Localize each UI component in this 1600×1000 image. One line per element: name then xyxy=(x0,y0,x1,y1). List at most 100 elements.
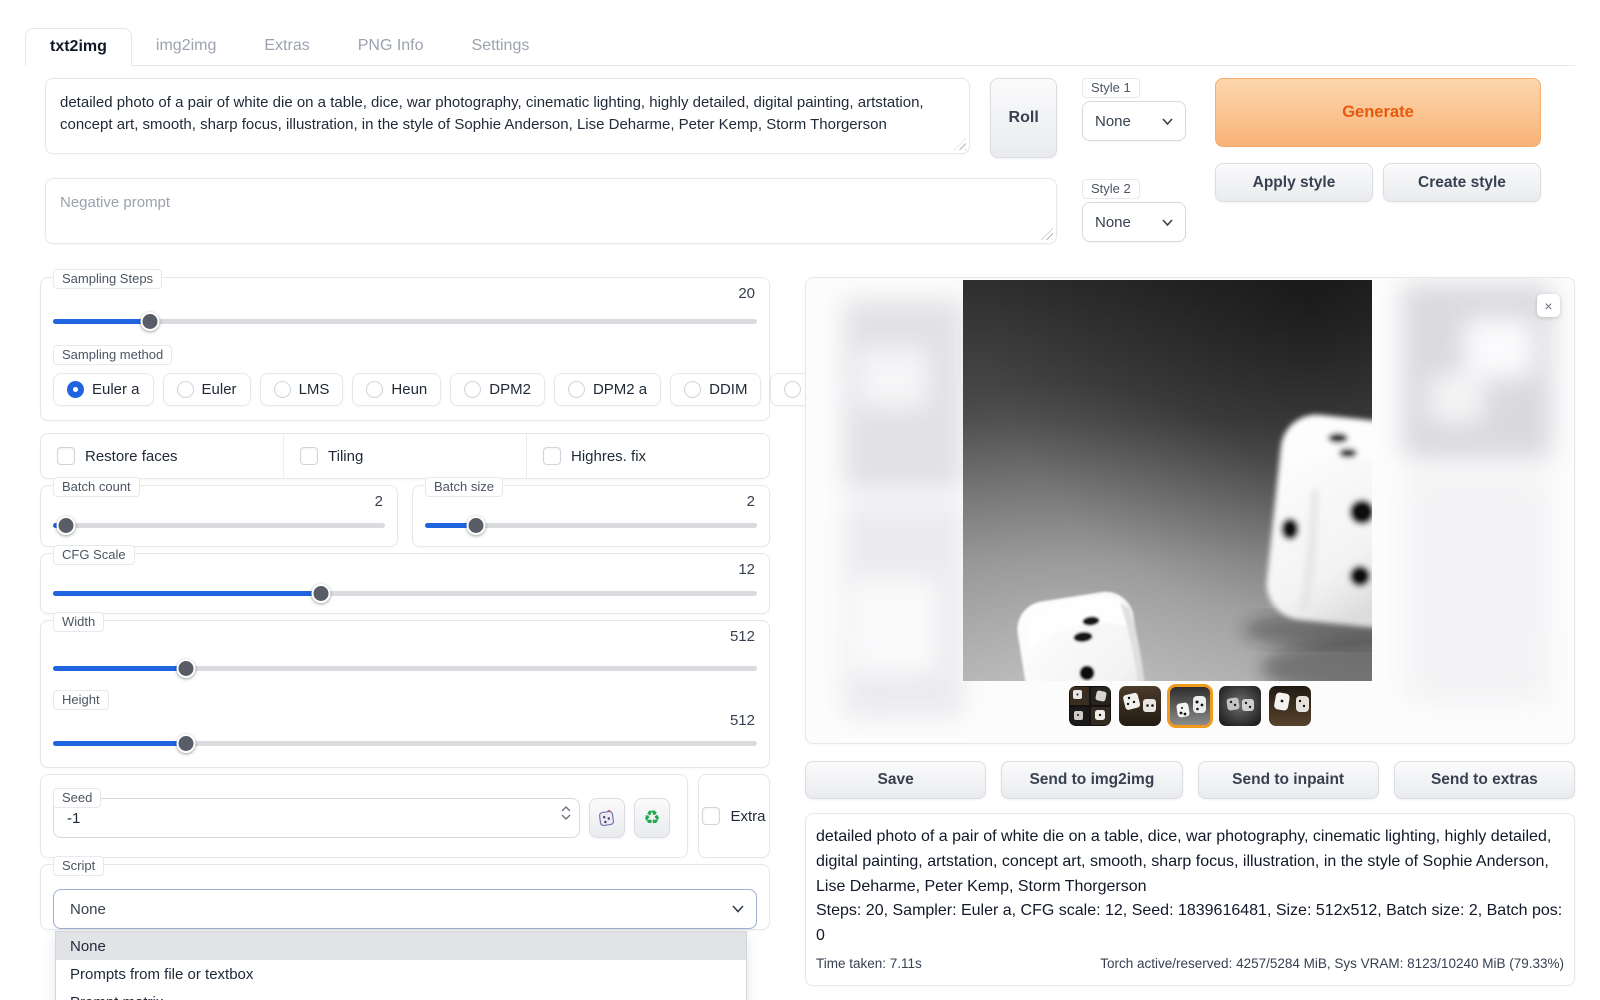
script-select[interactable]: None xyxy=(53,889,757,929)
radio-icon xyxy=(568,381,585,398)
script-option-prompts-from-file[interactable]: Prompts from file or textbox xyxy=(56,960,746,988)
seed-card: Seed -1 xyxy=(40,774,688,858)
generated-image[interactable] xyxy=(963,280,1372,681)
negative-prompt-box xyxy=(45,178,1057,244)
sampler-euler-a[interactable]: Euler a xyxy=(53,373,154,406)
style2-select[interactable]: None xyxy=(1082,202,1186,242)
time-taken-text: Time taken: 7.11s xyxy=(816,954,922,975)
script-option-prompt-matrix[interactable]: Prompt matrix xyxy=(56,988,746,1000)
random-seed-button[interactable] xyxy=(589,798,625,838)
image-gallery: × xyxy=(805,277,1575,744)
extra-checkbox[interactable] xyxy=(702,807,720,825)
height-slider[interactable] xyxy=(53,734,757,753)
script-card: Script None None Prompts from file or te… xyxy=(40,864,770,930)
gallery-thumbnail-5[interactable] xyxy=(1269,686,1311,726)
tab-settings[interactable]: Settings xyxy=(448,28,554,66)
prompt-input[interactable]: detailed photo of a pair of white die on… xyxy=(46,79,969,153)
script-option-none[interactable]: None xyxy=(56,932,746,960)
slider-knob[interactable] xyxy=(141,312,160,331)
slider-knob[interactable] xyxy=(311,584,330,603)
gallery-thumbnail-4[interactable] xyxy=(1219,686,1261,726)
highres-fix-checkbox[interactable] xyxy=(543,447,561,465)
width-value: 512 xyxy=(730,628,755,645)
script-value: None xyxy=(66,901,106,918)
generation-info-card: detailed photo of a pair of white die on… xyxy=(805,813,1575,986)
style2-label: Style 2 xyxy=(1082,179,1140,199)
style1-select[interactable]: None xyxy=(1082,101,1186,141)
txt2img-page: txt2img img2img Extras PNG Info Settings… xyxy=(0,0,1600,986)
tab-png-info[interactable]: PNG Info xyxy=(334,28,448,66)
output-column: × xyxy=(805,277,1575,986)
sampler-dpm2-a[interactable]: DPM2 a xyxy=(554,373,661,406)
restore-faces-checkbox[interactable] xyxy=(57,447,75,465)
dice-icon xyxy=(597,808,617,828)
gallery-thumbnail-2[interactable] xyxy=(1119,686,1161,726)
close-icon: × xyxy=(1544,298,1552,314)
gallery-thumbnail-3-selected[interactable] xyxy=(1169,686,1211,726)
sampler-euler[interactable]: Euler xyxy=(163,373,251,406)
tiling-option[interactable]: Tiling xyxy=(283,434,526,478)
sampler-ddim[interactable]: DDIM xyxy=(670,373,761,406)
sampling-steps-slider[interactable] xyxy=(53,312,757,331)
script-label: Script xyxy=(53,856,104,876)
roll-button[interactable]: Roll xyxy=(990,78,1057,158)
batch-size-label: Batch size xyxy=(425,477,503,497)
sampler-lms[interactable]: LMS xyxy=(260,373,344,406)
slider-knob[interactable] xyxy=(177,659,196,678)
cfg-scale-slider[interactable] xyxy=(53,584,757,603)
batch-size-value: 2 xyxy=(747,493,755,510)
stepper-down-icon[interactable] xyxy=(561,814,571,820)
seed-stepper[interactable] xyxy=(561,806,571,820)
batch-count-card: Batch count 2 xyxy=(40,485,398,547)
radio-selected-icon xyxy=(67,381,84,398)
send-to-extras-button[interactable]: Send to extras xyxy=(1394,761,1575,799)
radio-icon xyxy=(684,381,701,398)
chevron-down-icon xyxy=(1162,118,1173,125)
sampler-heun[interactable]: Heun xyxy=(352,373,441,406)
batch-count-slider[interactable] xyxy=(53,516,385,535)
slider-knob[interactable] xyxy=(177,734,196,753)
tab-extras[interactable]: Extras xyxy=(240,28,333,66)
reuse-seed-button[interactable]: ♻ xyxy=(634,798,670,838)
sampling-steps-value: 20 xyxy=(738,285,755,302)
radio-icon xyxy=(784,381,801,398)
seed-input[interactable]: -1 xyxy=(53,798,580,838)
close-gallery-button[interactable]: × xyxy=(1537,294,1560,317)
sampler-dpm2[interactable]: DPM2 xyxy=(450,373,545,406)
slider-knob[interactable] xyxy=(467,516,486,535)
prompt-box: detailed photo of a pair of white die on… xyxy=(45,78,970,154)
sampling-method-label: Sampling method xyxy=(53,345,172,365)
apply-style-button[interactable]: Apply style xyxy=(1215,163,1373,202)
cfg-scale-card: CFG Scale 12 xyxy=(40,553,770,614)
send-to-inpaint-button[interactable]: Send to inpaint xyxy=(1198,761,1379,799)
output-prompt-text: detailed photo of a pair of white die on… xyxy=(816,825,1564,899)
radio-icon xyxy=(177,381,194,398)
thumbnail-strip xyxy=(806,686,1574,726)
stepper-up-icon[interactable] xyxy=(561,806,571,812)
width-slider[interactable] xyxy=(53,659,757,678)
batch-count-label: Batch count xyxy=(53,477,140,497)
dimensions-card: Width 512 Height 512 xyxy=(40,620,770,768)
send-to-img2img-button[interactable]: Send to img2img xyxy=(1001,761,1182,799)
seed-value: -1 xyxy=(67,810,80,827)
recycle-icon: ♻ xyxy=(643,809,660,828)
restore-faces-option[interactable]: Restore faces xyxy=(41,434,283,478)
style1-label: Style 1 xyxy=(1082,78,1140,98)
extra-seed-card[interactable]: Extra xyxy=(698,774,770,858)
output-params-text: Steps: 20, Sampler: Euler a, CFG scale: … xyxy=(816,899,1564,949)
save-button[interactable]: Save xyxy=(805,761,986,799)
gallery-thumbnail-1[interactable] xyxy=(1069,686,1111,726)
tab-img2img[interactable]: img2img xyxy=(132,28,240,66)
tiling-checkbox[interactable] xyxy=(300,447,318,465)
highres-fix-option[interactable]: Highres. fix xyxy=(526,434,769,478)
sampling-steps-label: Sampling Steps xyxy=(53,269,162,289)
generate-button[interactable]: Generate xyxy=(1215,78,1541,147)
tab-txt2img[interactable]: txt2img xyxy=(25,28,132,66)
batch-size-slider[interactable] xyxy=(425,516,757,535)
chevron-down-icon xyxy=(732,905,744,913)
create-style-button[interactable]: Create style xyxy=(1383,163,1541,202)
slider-knob[interactable] xyxy=(56,516,75,535)
negative-prompt-input[interactable] xyxy=(46,179,1056,243)
sampling-method-group: Euler a Euler LMS Heun DPM2 DPM2 a DDIM … xyxy=(53,373,757,406)
batch-size-card: Batch size 2 xyxy=(412,485,770,547)
